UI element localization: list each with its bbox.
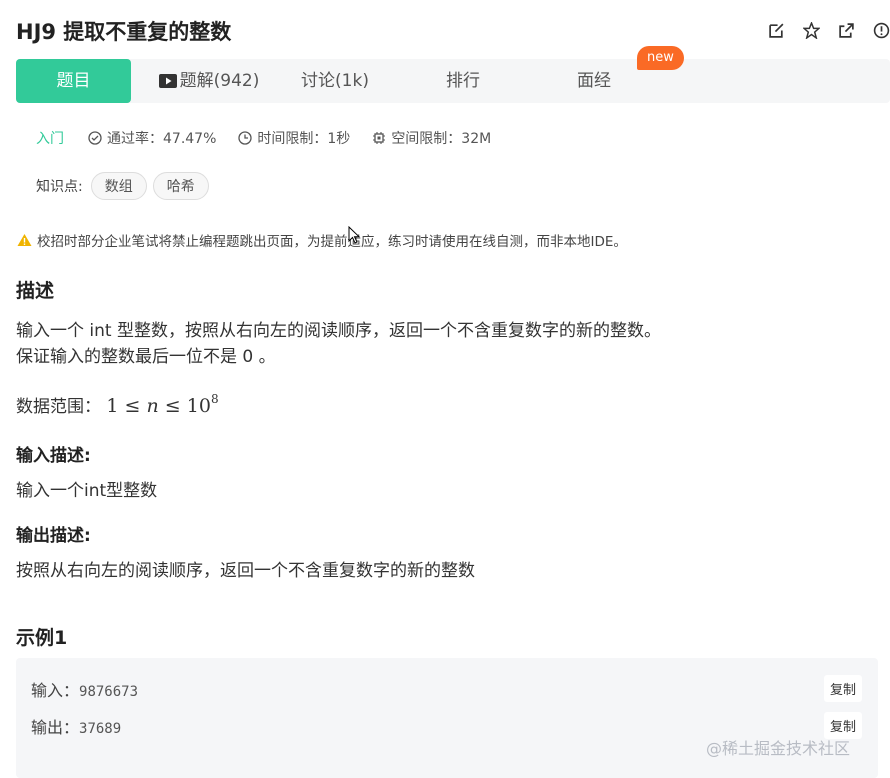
info-icon[interactable] [873,22,890,39]
data-range: 数据范围： 1 ≤ n ≤ 108 [16,392,219,417]
input-desc-text: 输入一个int型整数 [16,481,158,501]
example-input-label: 输入： [31,681,80,700]
example-box: 输入：9876673 复制 输出：37689 复制 [16,658,878,778]
problem-meta: 入门 通过率：47.47% 时间限制：1秒 空间限制：32M [36,128,513,148]
example-output: 输出：37689 [31,714,121,738]
check-circle-icon [88,131,102,145]
notice-text: 校招时部分企业笔试将禁止编程题跳出页面，为提前适应，练习时请使用在线自测，而非本… [37,234,627,250]
output-desc-heading: 输出描述: [16,526,91,546]
knowledge-points: 知识点: 数组 哈希 [36,172,209,200]
mouse-cursor-icon [348,225,361,248]
tab-bar: 题目 题解(942) 讨论(1k) 排行 面经 [16,59,890,103]
exam-notice: 校招时部分企业笔试将禁止编程题跳出页面，为提前适应，练习时请使用在线自测，而非本… [17,230,627,250]
tab-ranking[interactable]: 排行 [428,59,498,103]
new-badge: new [637,46,684,70]
range-label: 数据范围： [16,397,101,417]
example-output-value: 37689 [79,721,122,737]
tab-interview[interactable]: 面经 [559,59,629,103]
warning-icon [17,234,32,246]
knowledge-label: 知识点: [36,179,83,195]
space-limit: 空间限制：32M [372,128,491,148]
clock-icon [238,131,253,145]
pass-rate: 通过率：47.47% [88,128,216,148]
tab-solutions[interactable]: 题解(942) [144,59,274,103]
page-title: HJ9 提取不重复的整数 [16,20,232,44]
title-actions [768,22,890,39]
tab-problem[interactable]: 题目 [16,59,131,103]
pass-rate-text: 通过率：47.47% [107,131,217,147]
description-line-1: 输入一个 int 型整数，按照从右向左的阅读顺序，返回一个不含重复数字的新的整数… [16,321,661,341]
copy-input-button[interactable]: 复制 [823,675,862,702]
tag-hash[interactable]: 哈希 [152,172,209,200]
example-input: 输入：9876673 [31,677,138,701]
time-limit-text: 时间限制：1秒 [257,131,351,147]
range-formula: 1 ≤ n ≤ 108 [106,392,219,417]
tab-discuss[interactable]: 讨论(1k) [290,59,380,103]
difficulty-label: 入门 [36,131,64,147]
input-desc-heading: 输入描述: [16,446,91,466]
chip-icon [373,132,386,144]
range-var: n [146,395,159,417]
tag-array[interactable]: 数组 [90,172,147,200]
range-lhs: 1 ≤ [106,395,147,417]
tab-solutions-label: 题解(942) [179,71,260,91]
video-play-icon [158,61,177,105]
output-desc-text: 按照从右向左的阅读顺序，返回一个不含重复数字的新的整数 [16,561,475,581]
example-heading: 示例1 [16,627,68,649]
time-limit: 时间限制：1秒 [238,128,350,148]
edit-icon[interactable] [768,22,785,39]
example-output-label: 输出： [31,718,80,737]
watermark: @稀土掘金技术社区 [706,739,851,758]
title-row: HJ9 提取不重复的整数 [16,16,890,50]
description-heading: 描述 [16,280,55,302]
range-exp: 8 [210,392,219,406]
example-input-value: 9876673 [79,684,139,700]
space-limit-text: 空间限制：32M [391,131,492,147]
range-rhs: ≤ 10 [158,395,211,417]
star-icon[interactable] [803,22,820,39]
description-line-2: 保证输入的整数最后一位不是 0 。 [16,347,276,367]
external-link-icon[interactable] [838,22,855,39]
